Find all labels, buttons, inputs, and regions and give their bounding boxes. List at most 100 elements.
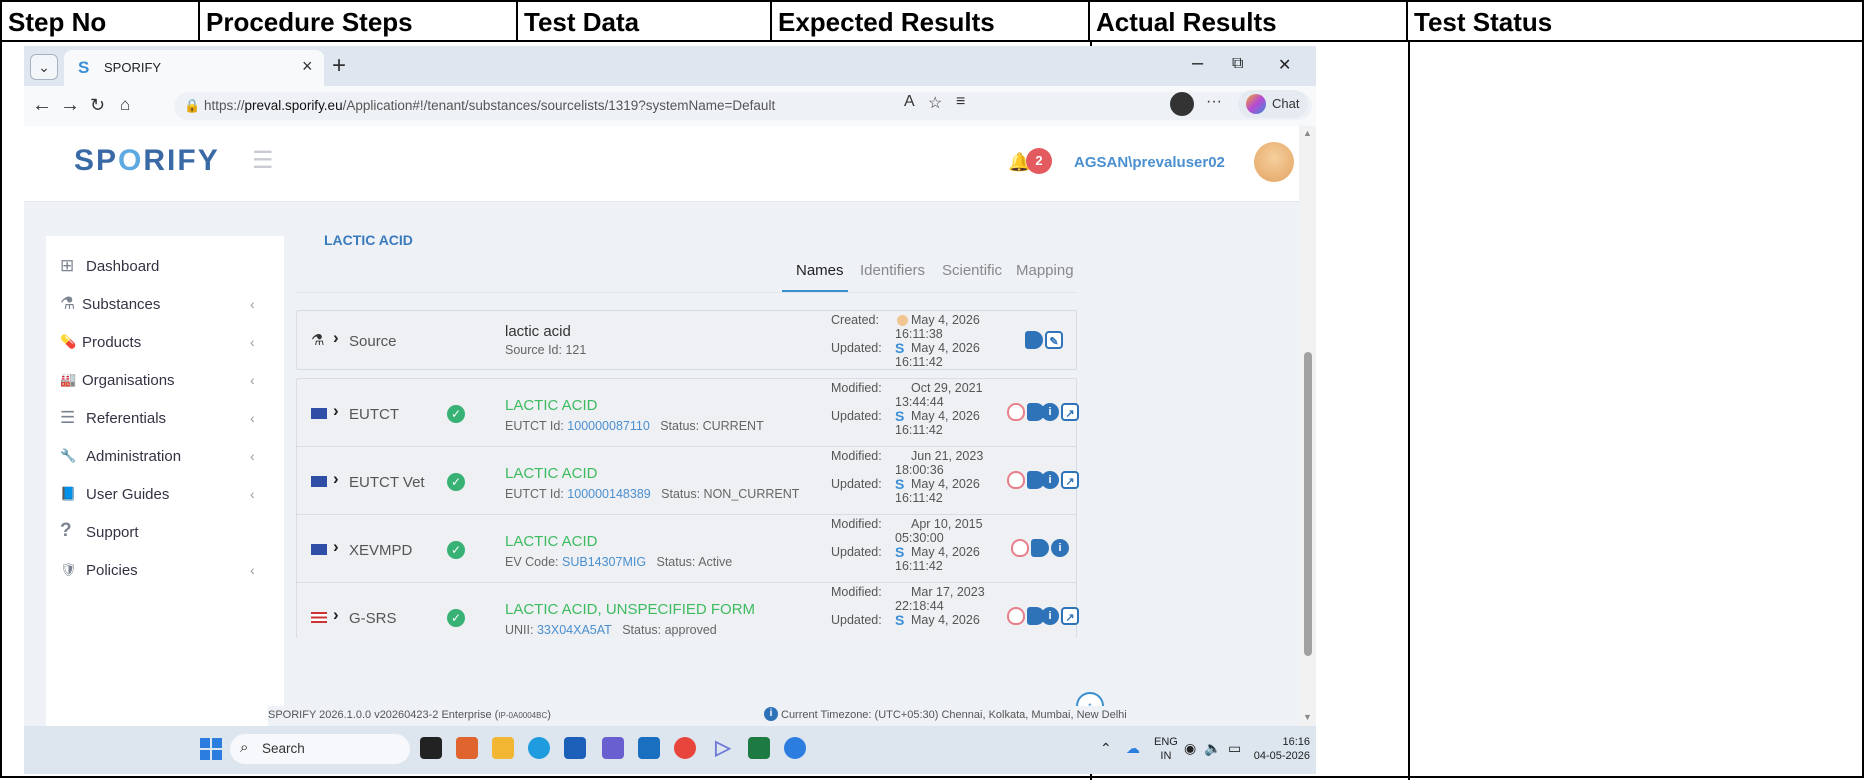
user-name[interactable]: AGSAN\prevaluser02 (1074, 154, 1225, 171)
refresh-icon[interactable]: ↻ (90, 95, 105, 116)
notification-badge[interactable]: 2 (1026, 148, 1052, 174)
chevron-right-icon[interactable]: › (333, 328, 339, 348)
favorite-star-icon[interactable]: ☆ (928, 93, 942, 113)
tag-icon[interactable] (1025, 331, 1043, 349)
sidebar-item-products[interactable]: 💊 Products ‹ (60, 328, 270, 358)
shield-icon: 🛡 (60, 562, 77, 577)
url-field[interactable]: 🔒 https://preval.sporify.eu/Application#… (174, 92, 1312, 120)
tab-mapping[interactable]: Mapping (1016, 262, 1074, 279)
meta-label: Updated: (831, 341, 882, 355)
tab-close-button[interactable]: × (302, 56, 313, 77)
new-tab-button[interactable]: + (332, 52, 346, 80)
sidebar-item-substances[interactable]: ⚗ Substances ‹ (60, 290, 270, 320)
hamburger-menu-icon[interactable]: ☰ (252, 146, 274, 175)
sporify-logo[interactable]: SPORIFY (74, 144, 220, 178)
sidebar-item-user-guides[interactable]: 📘 User Guides ‹ (60, 480, 270, 510)
sidebar-item-label: Dashboard (86, 258, 160, 275)
search-icon: ⌕ (240, 739, 249, 756)
tag-icon[interactable] (1031, 539, 1049, 557)
sidebar-item-label: Products (82, 334, 142, 351)
source-id: Source Id: 121 (505, 343, 587, 357)
more-menu-icon[interactable]: ··· (1206, 93, 1222, 111)
copilot-chat-button[interactable]: Chat (1238, 90, 1308, 118)
source-row-g-srs[interactable]: › G-SRS ✓ LACTIC ACID, UNSPECIFIED FORM … (296, 582, 1079, 638)
sidebar-item-support[interactable]: ? Support (60, 518, 270, 548)
source-row-eutct-vet[interactable]: › EUTCT Vet ✓ LACTIC ACID EUTCT Id: 1000… (296, 446, 1079, 518)
meta-date: Mar 17, 2023 (911, 585, 985, 599)
shield-icon[interactable] (1007, 403, 1025, 421)
teams-icon[interactable] (602, 737, 624, 759)
sporify-favicon-icon: S (78, 58, 90, 77)
scrollbar-thumb[interactable] (1304, 352, 1312, 656)
windows-start-icon[interactable] (200, 738, 222, 760)
chevron-right-icon[interactable]: › (333, 605, 339, 625)
edge-browser-icon[interactable] (528, 737, 550, 759)
user-avatar[interactable] (1254, 142, 1294, 182)
shield-icon[interactable] (1011, 539, 1029, 557)
tab-names[interactable]: Names (796, 262, 844, 279)
battery-icon[interactable]: ▭ (1228, 740, 1241, 757)
tab-list-dropdown[interactable]: ⌄ (30, 54, 58, 80)
sidebar-item-policies[interactable]: 🛡 Policies ‹ (60, 556, 270, 586)
external-link-icon[interactable]: ↗ (1061, 403, 1079, 421)
task-view-icon[interactable] (420, 737, 442, 759)
sidebar-item-administration[interactable]: 🔧 Administration ‹ (60, 442, 270, 472)
meta-date: May 4, 2026 (911, 341, 980, 355)
excel-icon[interactable] (748, 737, 770, 759)
edit-icon[interactable]: ✎ (1045, 331, 1063, 349)
tab-identifiers[interactable]: Identifiers (860, 262, 925, 279)
forward-icon[interactable]: → (60, 94, 80, 117)
chrome-icon[interactable] (674, 737, 696, 759)
source-row-xevmpd[interactable]: › XEVMPD ✓ LACTIC ACID EV Code: SUB14307… (296, 514, 1077, 586)
media-player-icon[interactable]: ▷ (712, 737, 734, 759)
chevron-left-icon: ‹ (250, 448, 255, 464)
home-icon[interactable]: ⌂ (120, 95, 130, 115)
file-explorer-icon[interactable] (492, 737, 514, 759)
onedrive-icon[interactable]: ☁ (1126, 740, 1140, 757)
wifi-icon[interactable]: ◉ (1184, 740, 1196, 757)
outlook-icon[interactable] (638, 737, 660, 759)
chevron-right-icon[interactable]: › (333, 401, 339, 421)
store-icon[interactable] (564, 737, 586, 759)
sidebar-item-organisations[interactable]: 🏭 Organisations ‹ (60, 366, 270, 396)
restore-button[interactable]: ⧉ (1232, 55, 1243, 73)
info-icon[interactable]: i (1041, 403, 1059, 421)
tab-scientific[interactable]: Scientific (942, 262, 1002, 279)
close-window-button[interactable]: ✕ (1278, 55, 1291, 75)
sidebar-item-label: Referentials (86, 410, 167, 427)
minimize-button[interactable]: – (1192, 52, 1203, 75)
sidebar-item-label: Organisations (82, 372, 175, 389)
meta-time: 05:30:00 (895, 531, 944, 545)
web-page: SPORIFY ☰ 🔔 2 AGSAN\prevaluser02 ▲ ▼ ⊞ D… (24, 126, 1316, 726)
info-icon[interactable]: i (1041, 471, 1059, 489)
favorites-list-icon[interactable]: ≡ (956, 93, 965, 111)
chevron-right-icon[interactable]: › (333, 537, 339, 557)
shield-icon[interactable] (1007, 471, 1025, 489)
read-aloud-icon[interactable]: A (904, 93, 915, 111)
taskbar-search[interactable]: ⌕ Search (230, 734, 410, 764)
chevron-left-icon: ‹ (250, 372, 255, 388)
cloud-app-icon[interactable] (784, 737, 806, 759)
profile-avatar[interactable] (1170, 92, 1194, 116)
shield-icon[interactable] (1007, 607, 1025, 625)
scroll-up-arrow-icon[interactable]: ▲ (1303, 128, 1312, 138)
browser-tab[interactable]: S SPORIFY × (64, 50, 324, 86)
external-link-icon[interactable]: ↗ (1061, 471, 1079, 489)
system-clock[interactable]: 16:16 04-05-2026 (1252, 735, 1310, 763)
info-icon: i (764, 707, 778, 721)
scroll-down-arrow-icon[interactable]: ▼ (1303, 712, 1312, 722)
info-icon[interactable]: i (1041, 607, 1059, 625)
chevron-up-icon[interactable]: ⌃ (1100, 740, 1112, 757)
chevron-left-icon: ‹ (250, 334, 255, 350)
info-icon[interactable]: i (1051, 539, 1069, 557)
volume-icon[interactable]: 🔈 (1204, 740, 1221, 757)
external-link-icon[interactable]: ↗ (1061, 607, 1079, 625)
sidebar-item-dashboard[interactable]: ⊞ Dashboard (60, 252, 270, 282)
source-row-source[interactable]: ⚗ › Source lactic acid Source Id: 121 Cr… (296, 310, 1077, 370)
sidebar-item-referentials[interactable]: ☰ Referentials ‹ (60, 404, 270, 434)
source-row-eutct[interactable]: › EUTCT ✓ LACTIC ACID EUTCT Id: 10000008… (296, 378, 1079, 450)
widget-app-icon[interactable] (456, 737, 478, 759)
back-icon[interactable]: ← (32, 94, 52, 117)
language-indicator[interactable]: ENG IN (1154, 735, 1178, 763)
chevron-right-icon[interactable]: › (333, 469, 339, 489)
